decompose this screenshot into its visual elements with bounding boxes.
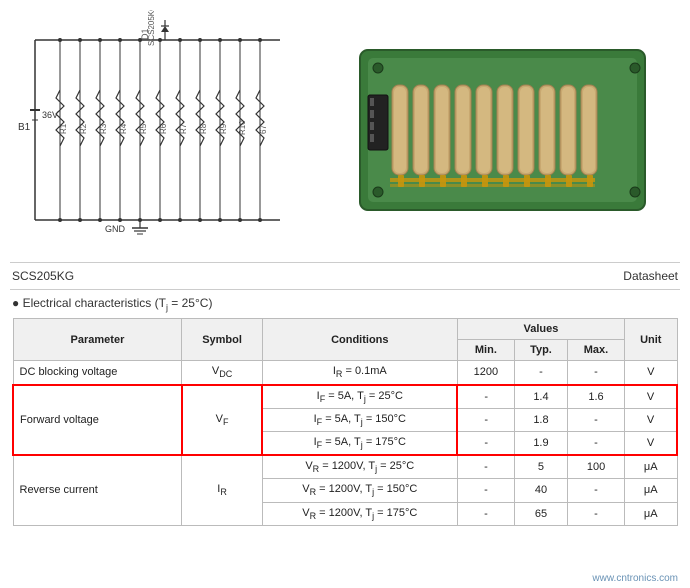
max-fv2: -	[567, 408, 624, 431]
col-min: Min.	[457, 340, 514, 361]
schematic-svg: B1 36V D1 SCS205KG R1	[10, 10, 310, 250]
max-rc3: -	[567, 502, 624, 525]
min-rc1: -	[457, 455, 514, 479]
unit-fv3: V	[625, 431, 677, 455]
typ-rc3: 65	[514, 502, 567, 525]
doc-type-label: Datasheet	[623, 269, 678, 283]
top-section: B1 36V D1 SCS205KG R1	[0, 0, 690, 260]
col-max: Max.	[567, 340, 624, 361]
watermark: www.cntronics.com	[592, 573, 678, 584]
cond-fv2: IF = 5A, Tj = 150°C	[262, 408, 457, 431]
unit-dc: V	[625, 361, 677, 385]
param-fv: Forward voltage	[13, 385, 182, 456]
max-rc2: -	[567, 479, 624, 502]
max-dc: -	[567, 361, 624, 385]
max-fv3: -	[567, 431, 624, 455]
cond-fv1: IF = 5A, Tj = 25°C	[262, 385, 457, 409]
min-fv1: -	[457, 385, 514, 409]
typ-dc: -	[514, 361, 567, 385]
typ-fv2: 1.8	[514, 408, 567, 431]
typ-fv1: 1.4	[514, 385, 567, 409]
section-title: ● Electrical characteristics (Tj = 25°C)	[12, 296, 678, 312]
unit-rc3: μA	[625, 502, 677, 525]
cond-dc: IR = 0.1mA	[262, 361, 457, 385]
col-unit: Unit	[625, 319, 677, 361]
cond-rc2: VR = 1200V, Tj = 150°C	[262, 479, 457, 502]
svg-text:36V: 36V	[42, 110, 58, 120]
typ-fv3: 1.9	[514, 431, 567, 455]
unit-rc1: μA	[625, 455, 677, 479]
min-dc: 1200	[457, 361, 514, 385]
col-parameter: Parameter	[13, 319, 182, 361]
param-dc: DC blocking voltage	[13, 361, 182, 385]
sym-fv: VF	[182, 385, 262, 456]
max-fv1: 1.6	[567, 385, 624, 409]
unit-rc2: μA	[625, 479, 677, 502]
min-fv3: -	[457, 431, 514, 455]
unit-fv1: V	[625, 385, 677, 409]
table-row: Forward voltage VF IF = 5A, Tj = 25°C - …	[13, 385, 677, 409]
cond-rc1: VR = 1200V, Tj = 25°C	[262, 455, 457, 479]
table-row: DC blocking voltage VDC IR = 0.1mA 1200 …	[13, 361, 677, 385]
param-rc: Reverse current	[13, 455, 182, 525]
sym-rc: IR	[182, 455, 262, 525]
pcb-image-area	[320, 10, 680, 250]
col-symbol: Symbol	[182, 319, 262, 361]
section-divider	[10, 262, 680, 263]
svg-text:B1: B1	[18, 122, 31, 133]
max-rc1: 100	[567, 455, 624, 479]
section-divider-2	[10, 289, 680, 290]
schematic-area: B1 36V D1 SCS205KG R1	[10, 10, 310, 250]
min-fv2: -	[457, 408, 514, 431]
min-rc3: -	[457, 502, 514, 525]
col-conditions: Conditions	[262, 319, 457, 361]
table-row: Reverse current IR VR = 1200V, Tj = 25°C…	[13, 455, 677, 479]
typ-rc1: 5	[514, 455, 567, 479]
part-number-label: SCS205KG	[12, 269, 74, 283]
typ-rc2: 40	[514, 479, 567, 502]
col-typ: Typ.	[514, 340, 567, 361]
svg-text:SCS205KG: SCS205KG	[147, 10, 156, 46]
min-rc2: -	[457, 479, 514, 502]
characteristics-table: Parameter Symbol Conditions Values Unit …	[12, 318, 678, 525]
svg-text:GND: GND	[105, 224, 126, 234]
cond-fv3: IF = 5A, Tj = 175°C	[262, 431, 457, 455]
ds-header: SCS205KG Datasheet	[0, 265, 690, 287]
col-values: Values	[457, 319, 624, 340]
electrical-characteristics: ● Electrical characteristics (Tj = 25°C)…	[0, 292, 690, 526]
sym-dc: VDC	[182, 361, 262, 385]
cond-rc3: VR = 1200V, Tj = 175°C	[262, 502, 457, 525]
pcb-svg	[340, 20, 660, 240]
unit-fv2: V	[625, 408, 677, 431]
